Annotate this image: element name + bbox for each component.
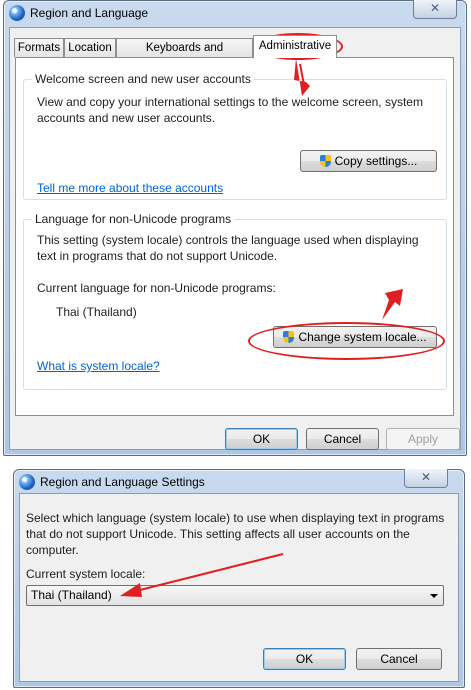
arrow-to-locale-dropdown (120, 553, 284, 597)
tab-label: Administrative (258, 40, 332, 52)
arrow-to-change-locale-button (382, 289, 403, 320)
arrow-to-administrative-tab (294, 58, 310, 96)
annotation-arrows (120, 58, 403, 597)
tab-administrative[interactable]: Administrative (253, 35, 337, 58)
